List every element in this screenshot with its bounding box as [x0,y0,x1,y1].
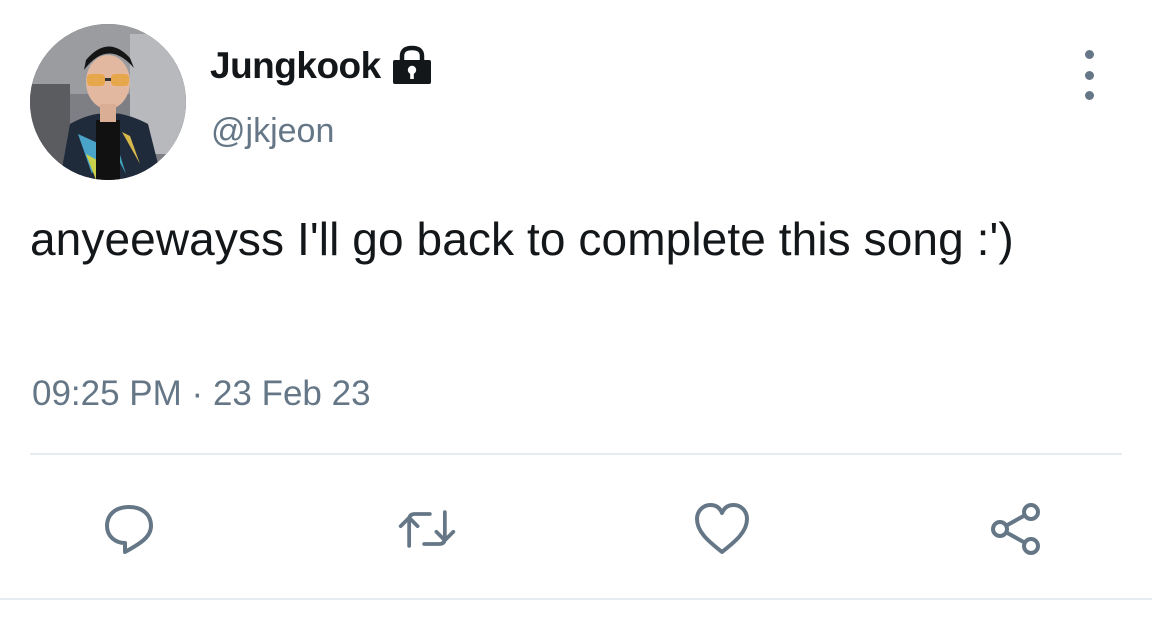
tweet-timestamp[interactable]: 09:25 PM · 23 Feb 23 [32,374,371,414]
tweet-date: 23 Feb 23 [212,374,371,413]
tweet-time: 09:25 PM [32,374,182,413]
like-button[interactable] [691,498,753,560]
more-options-icon [1084,50,1094,59]
avatar[interactable] [30,24,186,180]
avatar-image [30,24,186,180]
more-options-button[interactable] [1070,50,1108,100]
like-icon [695,503,749,554]
more-options-icon-dot [1084,91,1094,100]
reply-icon [105,505,153,554]
display-name-row[interactable]: Jungkook [210,42,435,90]
divider [30,453,1122,455]
user-handle[interactable]: @jkjeon [211,112,334,151]
share-icon [991,503,1040,555]
retweet-button[interactable] [396,498,458,560]
share-button[interactable] [986,498,1048,560]
reply-button[interactable] [98,498,160,560]
more-options-icon-dot [1084,70,1094,80]
divider-bottom [0,598,1152,600]
display-name[interactable]: Jungkook [210,45,381,87]
retweet-icon [398,510,456,548]
tweet-text: anyeewayss I'll go back to complete this… [30,213,1014,265]
meta-separator: · [191,374,204,413]
lock-icon [389,45,435,85]
